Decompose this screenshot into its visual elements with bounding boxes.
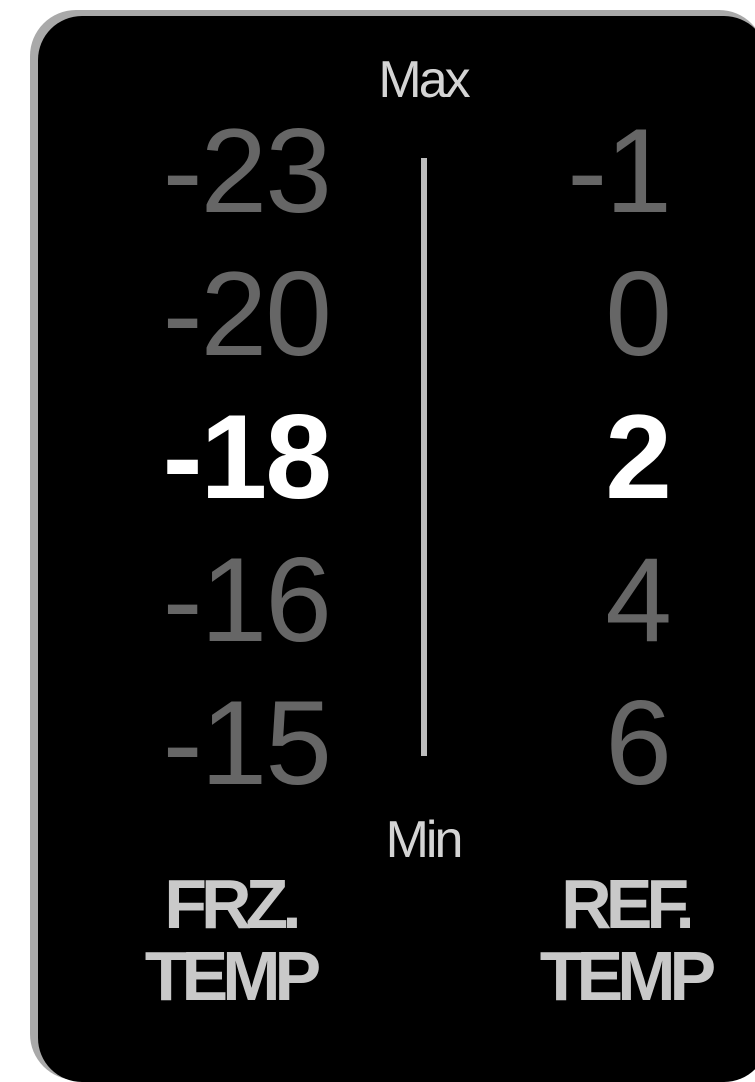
freezer-temp-option[interactable]: -18 — [30, 386, 332, 529]
freezer-temp-option[interactable]: -20 — [30, 243, 332, 386]
refrigerator-temp-scale[interactable]: -1 0 2 4 6 — [370, 100, 672, 815]
refrigerator-caption-line2: TEMP — [539, 937, 716, 1015]
min-label: Min — [385, 811, 464, 869]
refrigerator-temp-option[interactable]: 4 — [370, 529, 672, 672]
freezer-temp-scale[interactable]: -23 -20 -18 -16 -15 — [30, 100, 332, 815]
freezer-temp-option[interactable]: -23 — [30, 100, 332, 243]
freezer-caption-line2: TEMP — [144, 937, 321, 1015]
refrigerator-temp-option[interactable]: 0 — [370, 243, 672, 386]
freezer-caption-line1: FRZ. — [164, 865, 302, 943]
freezer-temp-button[interactable]: FRZ. TEMP — [100, 868, 360, 1012]
refrigerator-temp-option[interactable]: 6 — [370, 672, 672, 815]
refrigerator-temp-button[interactable]: REF. TEMP — [495, 868, 755, 1012]
refrigerator-temp-option[interactable]: 2 — [370, 386, 672, 529]
freezer-temp-option[interactable]: -15 — [30, 672, 332, 815]
freezer-temp-option[interactable]: -16 — [30, 529, 332, 672]
refrigerator-temp-option[interactable]: -1 — [370, 100, 672, 243]
refrigerator-caption-line1: REF. — [561, 865, 695, 943]
